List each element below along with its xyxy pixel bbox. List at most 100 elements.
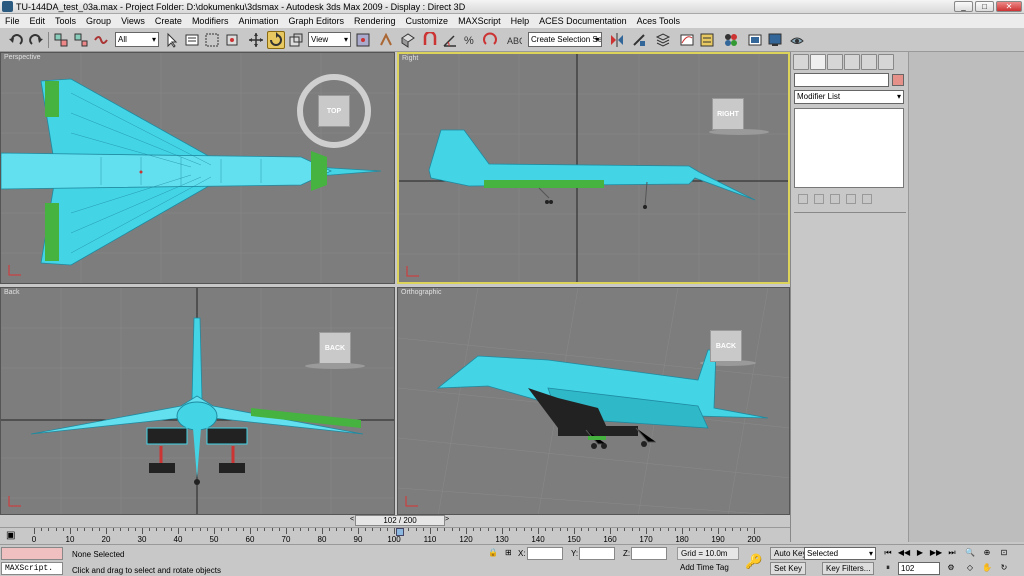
menu-customize[interactable]: Customize xyxy=(401,16,454,26)
select-by-name-icon[interactable] xyxy=(183,31,201,49)
snaps-toggle-icon[interactable] xyxy=(421,30,439,49)
move-icon[interactable] xyxy=(247,31,265,49)
zoom-all-icon[interactable]: ⊕ xyxy=(980,547,994,560)
time-configuration-icon[interactable]: ⚙ xyxy=(944,562,958,575)
menu-aces-tools[interactable]: Aces Tools xyxy=(632,16,685,26)
render-setup-icon[interactable] xyxy=(746,31,764,49)
menu-rendering[interactable]: Rendering xyxy=(349,16,401,26)
select-and-manipulate-icon[interactable] xyxy=(377,31,395,49)
selection-filter-dropdown[interactable]: All xyxy=(115,32,159,47)
viewcube[interactable]: BACK xyxy=(710,330,742,362)
material-editor-icon[interactable] xyxy=(722,31,740,49)
viewport-orthographic[interactable]: Orthographic BACK xyxy=(397,287,790,515)
scale-icon[interactable] xyxy=(287,31,305,49)
edit-named-selection-icon[interactable]: ABC xyxy=(505,31,526,49)
pin-stack-icon[interactable] xyxy=(798,194,808,204)
modify-tab-icon[interactable] xyxy=(810,54,826,70)
rect-selection-icon[interactable] xyxy=(203,31,221,49)
object-name-field[interactable] xyxy=(794,73,889,87)
render-production-icon[interactable] xyxy=(788,31,806,49)
next-frame-icon[interactable]: ▶▶ xyxy=(929,547,943,560)
play-icon[interactable]: ▶ xyxy=(913,547,927,560)
zoom-icon[interactable]: 🔍 xyxy=(963,547,977,560)
schematic-view-icon[interactable] xyxy=(698,31,716,49)
absolute-mode-icon[interactable]: ⊞ xyxy=(505,548,512,557)
mirror-icon[interactable] xyxy=(608,31,626,49)
menu-modifiers[interactable]: Modifiers xyxy=(187,16,234,26)
menu-views[interactable]: Views xyxy=(116,16,150,26)
rotate-icon[interactable] xyxy=(267,31,285,49)
set-key-icon[interactable]: 🔑 xyxy=(745,553,762,570)
object-color-swatch[interactable] xyxy=(892,74,904,86)
create-tab-icon[interactable] xyxy=(793,54,809,70)
go-to-start-icon[interactable]: ⏮ xyxy=(881,547,895,560)
spinner-snap-icon[interactable] xyxy=(481,31,499,49)
hierarchy-tab-icon[interactable] xyxy=(827,54,843,70)
named-selection-sets-dropdown[interactable]: Create Selection Set xyxy=(528,32,602,47)
pan-icon[interactable]: ✋ xyxy=(980,562,994,575)
motion-tab-icon[interactable] xyxy=(844,54,860,70)
y-coord-field[interactable] xyxy=(579,547,615,560)
viewcube[interactable]: BACK xyxy=(319,332,351,364)
link-icon[interactable] xyxy=(52,31,70,49)
track-bar[interactable]: ▣ 0 10 20 30 40 50 60 70 80 90 100 110 120 130 140 150 1… xyxy=(0,527,790,544)
menu-maxscript[interactable]: MAXScript xyxy=(453,16,506,26)
previous-frame-icon[interactable]: ◀◀ xyxy=(897,547,911,560)
go-to-end-icon[interactable]: ⏭ xyxy=(945,547,959,560)
menu-edit[interactable]: Edit xyxy=(25,16,51,26)
reference-coordinate-dropdown[interactable]: View xyxy=(308,32,351,47)
next-frame-arrow[interactable]: > xyxy=(442,515,452,526)
angle-snap-icon[interactable] xyxy=(441,31,459,49)
zoom-extents-icon[interactable]: ⊡ xyxy=(997,547,1011,560)
curve-editor-icon[interactable] xyxy=(678,31,696,49)
maxscript-mini-listener[interactable]: MAXScript. xyxy=(1,562,63,575)
menu-aces-documentation[interactable]: ACES Documentation xyxy=(534,16,632,26)
menu-create[interactable]: Create xyxy=(150,16,187,26)
close-button[interactable]: ✕ xyxy=(996,1,1022,12)
maximize-button[interactable]: □ xyxy=(975,1,994,12)
pivot-center-icon[interactable] xyxy=(354,31,372,49)
add-time-tag[interactable]: Add Time Tag xyxy=(677,562,739,575)
show-end-result-icon[interactable] xyxy=(814,194,824,204)
viewport-back[interactable]: Back BACK xyxy=(0,287,395,515)
key-mode-dropdown[interactable]: Selected xyxy=(804,547,876,560)
lock-selection-icon[interactable]: 🔒 xyxy=(488,548,498,557)
app-icon[interactable] xyxy=(2,1,13,12)
orbit-icon[interactable]: ↻ xyxy=(997,562,1011,575)
x-coord-field[interactable] xyxy=(527,547,563,560)
redo-icon[interactable] xyxy=(27,31,45,49)
rendered-frame-window-icon[interactable] xyxy=(766,31,784,49)
menu-file[interactable]: File xyxy=(0,16,25,26)
viewport-label-perspective[interactable]: Perspective xyxy=(4,54,41,61)
time-slider[interactable]: < 102 / 200 > xyxy=(0,515,790,527)
viewcube[interactable]: TOP xyxy=(318,95,350,127)
menu-tools[interactable]: Tools xyxy=(50,16,81,26)
set-key-button[interactable]: Set Key xyxy=(770,562,807,575)
unlink-icon[interactable] xyxy=(72,31,90,49)
percent-snap-icon[interactable]: % xyxy=(461,31,479,49)
z-coord-field[interactable] xyxy=(631,547,667,560)
bind-space-warp-icon[interactable] xyxy=(92,31,110,49)
remove-modifier-icon[interactable] xyxy=(846,194,856,204)
current-frame-field[interactable]: 102 xyxy=(898,562,940,575)
keyboard-shortcut-toggle-icon[interactable] xyxy=(399,31,417,49)
window-crossing-icon[interactable] xyxy=(223,31,241,49)
modifier-stack[interactable] xyxy=(794,108,904,188)
key-mode-toggle-icon[interactable]: ⏸ xyxy=(881,562,895,575)
modifier-list-dropdown[interactable]: Modifier List xyxy=(794,90,904,104)
viewcube[interactable]: RIGHT xyxy=(712,98,744,130)
select-object-icon[interactable] xyxy=(163,31,181,49)
viewport-right[interactable]: Right RIGHT xyxy=(397,52,790,284)
viewport-label-right[interactable]: Right xyxy=(402,55,418,62)
viewport-label-back[interactable]: Back xyxy=(4,289,20,296)
display-tab-icon[interactable] xyxy=(861,54,877,70)
viewport-label-orthographic[interactable]: Orthographic xyxy=(401,289,441,296)
configure-modifier-sets-icon[interactable] xyxy=(862,194,872,204)
field-of-view-icon[interactable]: ◇ xyxy=(963,562,977,575)
menu-group[interactable]: Group xyxy=(81,16,116,26)
time-slider-thumb[interactable]: 102 / 200 xyxy=(355,515,445,526)
key-filters-button[interactable]: Key Filters... xyxy=(822,562,875,575)
make-unique-icon[interactable] xyxy=(830,194,840,204)
menu-graph-editors[interactable]: Graph Editors xyxy=(283,16,349,26)
utilities-tab-icon[interactable] xyxy=(878,54,894,70)
